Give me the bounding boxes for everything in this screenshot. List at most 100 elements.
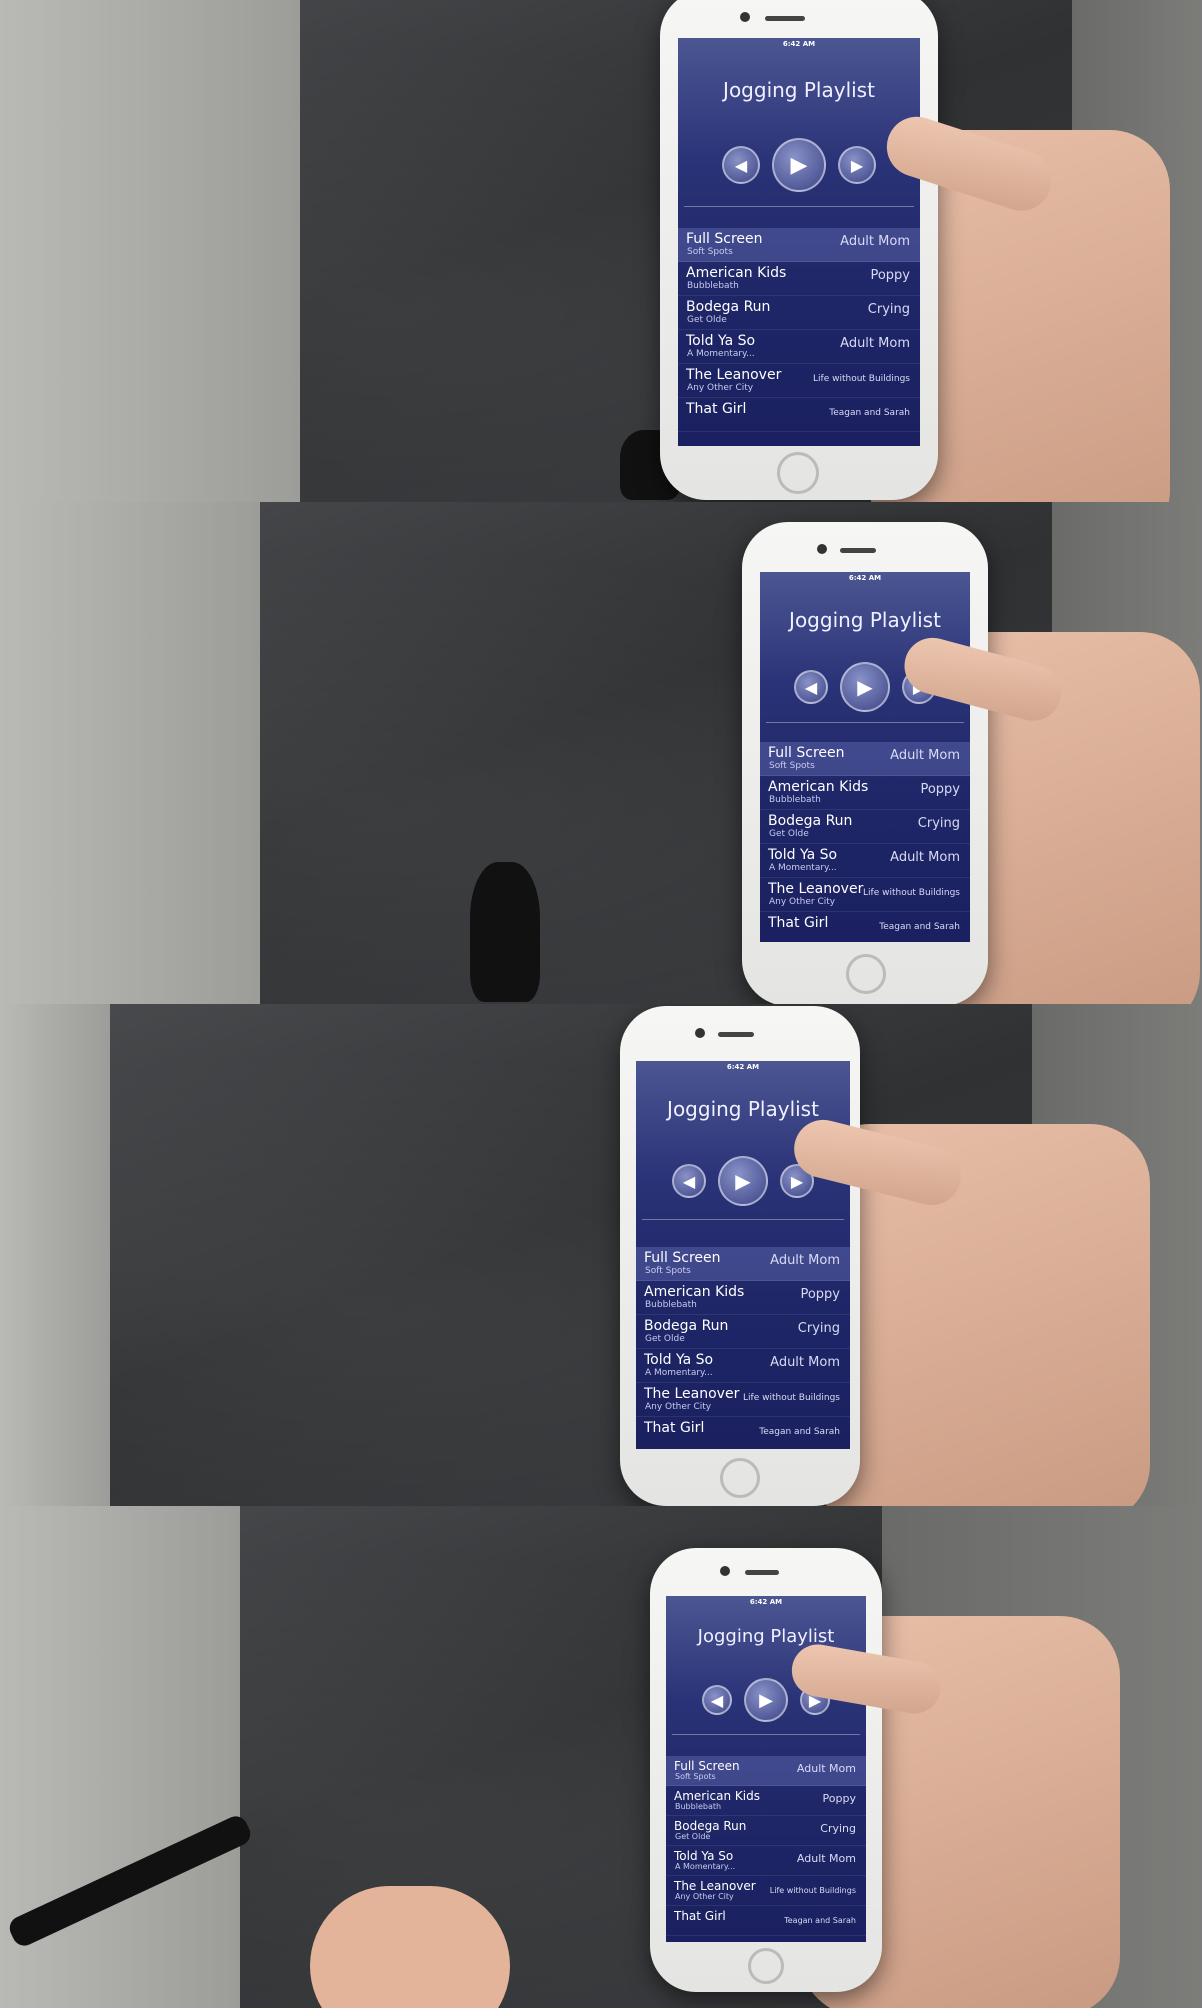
playlist-title: Jogging Playlist <box>789 608 941 632</box>
song-artist: Poppy <box>920 782 960 797</box>
play-button[interactable]: ▶ <box>772 138 826 192</box>
song-artist: Life without Buildings <box>813 374 910 384</box>
song-row[interactable]: Full Screen Soft Spots Adult Mom <box>636 1247 850 1281</box>
song-album: Any Other City <box>645 1402 712 1412</box>
next-button[interactable]: ▶ <box>838 146 876 184</box>
playlist-title: Jogging Playlist <box>723 78 875 102</box>
wall-left <box>0 502 260 1004</box>
home-button[interactable] <box>777 452 819 494</box>
play-button[interactable]: ▶ <box>744 1678 788 1722</box>
song-title: Told Ya So <box>674 1849 734 1863</box>
song-title: The Leanover <box>674 1879 756 1893</box>
song-title: American Kids <box>644 1284 745 1300</box>
next-icon: ▶ <box>850 155 864 175</box>
earpiece <box>718 1032 754 1037</box>
song-list: Full Screen Soft Spots Adult Mom American … <box>636 1247 850 1449</box>
song-row[interactable]: Told Ya So A Momentary... Adult Mom <box>666 1846 866 1876</box>
play-button[interactable]: ▶ <box>718 1156 768 1206</box>
song-row[interactable]: Bodega Run Get Olde Crying <box>666 1816 866 1846</box>
song-row[interactable]: Full Screen Soft Spots Adult Mom <box>666 1756 866 1786</box>
home-button[interactable] <box>748 1948 784 1984</box>
song-row[interactable]: Told Ya So A Momentary... Adult Mom <box>760 844 970 878</box>
earpiece <box>745 1570 779 1575</box>
song-title: Full Screen <box>644 1250 721 1266</box>
song-row[interactable]: American Kids Bubblebath Poppy <box>636 1281 850 1315</box>
song-row[interactable]: That Girl Teagan and Sarah <box>666 1906 866 1936</box>
song-album: Get Olde <box>675 1832 711 1841</box>
song-row[interactable]: That Girl Teagan and Sarah <box>636 1417 850 1449</box>
status-time: 6:42 AM <box>848 574 882 582</box>
song-artist: Life without Buildings <box>769 1886 856 1895</box>
song-title: Bodega Run <box>674 1819 747 1833</box>
song-album: Soft Spots <box>675 1772 716 1781</box>
song-row[interactable]: Bodega Run Get Olde Crying <box>636 1315 850 1349</box>
photo-frame-3: 6:42 AM Jogging Playlist ◀ ▶ ▶ Full Scre… <box>0 1004 1202 1506</box>
song-title: American Kids <box>674 1789 760 1803</box>
song-row[interactable]: The Leanover Any Other City Life without B… <box>760 878 970 912</box>
photo-frame-4: 6:42 AM Jogging Playlist ◀ ▶ ▶ Full Scre… <box>0 1506 1202 2008</box>
song-row[interactable]: The Leanover Any Other City Life without B… <box>666 1876 866 1906</box>
phone-screen: 6:42 AM Jogging Playlist ◀ ▶ ▶ Full Scre… <box>678 38 920 446</box>
photo-frame-2: 6:42 AM Jogging Playlist ◀ ▶ ▶ Full Scre… <box>0 502 1202 1004</box>
divider <box>672 1734 860 1735</box>
previous-button[interactable]: ◀ <box>702 1685 732 1715</box>
song-artist: Adult Mom <box>770 1253 840 1268</box>
song-artist: Poppy <box>822 1792 856 1805</box>
song-title: Bodega Run <box>686 299 771 315</box>
song-album: A Momentary... <box>769 863 837 873</box>
song-album: A Momentary... <box>687 349 755 359</box>
song-row[interactable]: That Girl Teagan and Sarah <box>678 398 920 432</box>
song-artist: Teagan and Sarah <box>759 1427 840 1437</box>
play-icon: ▶ <box>790 152 808 178</box>
song-artist: Crying <box>820 1822 856 1835</box>
home-button[interactable] <box>720 1458 760 1498</box>
song-title: The Leanover <box>768 881 864 897</box>
song-row[interactable]: Bodega Run Get Olde Crying <box>760 810 970 844</box>
song-row[interactable]: Told Ya So A Momentary... Adult Mom <box>678 330 920 364</box>
song-artist: Adult Mom <box>796 1852 856 1865</box>
front-camera <box>817 544 827 554</box>
song-title: Told Ya So <box>768 847 838 863</box>
previous-icon: ◀ <box>734 155 748 175</box>
play-button[interactable]: ▶ <box>840 662 890 712</box>
previous-icon: ◀ <box>804 677 818 697</box>
song-artist: Life without Buildings <box>863 888 960 898</box>
song-album: Get Olde <box>769 829 809 839</box>
song-artist: Crying <box>797 1321 840 1336</box>
song-album: A Momentary... <box>675 1862 736 1871</box>
front-camera <box>720 1566 730 1576</box>
song-album: Bubblebath <box>675 1802 722 1811</box>
previous-button[interactable]: ◀ <box>672 1164 706 1198</box>
playlist-title: Jogging Playlist <box>697 1626 835 1647</box>
divider <box>684 206 914 207</box>
song-row[interactable]: The Leanover Any Other City Life without B… <box>636 1383 850 1417</box>
song-album: Soft Spots <box>769 761 815 771</box>
song-artist: Teagan and Sarah <box>879 922 960 932</box>
song-row[interactable]: That Girl Teagan and Sarah <box>760 912 970 942</box>
playlist-title: Jogging Playlist <box>667 1097 819 1121</box>
song-row[interactable]: Full Screen Soft Spots Adult Mom <box>760 742 970 776</box>
song-album: Bubblebath <box>645 1300 697 1310</box>
song-artist: Life without Buildings <box>743 1393 840 1403</box>
song-album: Any Other City <box>687 383 754 393</box>
previous-button[interactable]: ◀ <box>794 670 828 704</box>
song-album: Get Olde <box>687 315 727 325</box>
song-album: Soft Spots <box>645 1266 691 1276</box>
song-artist: Adult Mom <box>840 336 910 351</box>
song-row[interactable]: American Kids Bubblebath Poppy <box>666 1786 866 1816</box>
phone: 6:42 AM Jogging Playlist ◀ ▶ ▶ Full Scre… <box>742 522 988 1004</box>
song-row[interactable]: American Kids Bubblebath Poppy <box>760 776 970 810</box>
song-row[interactable]: Bodega Run Get Olde Crying <box>678 296 920 330</box>
playback-controls: ◀ ▶ ▶ <box>678 138 920 192</box>
earpiece <box>840 548 876 553</box>
song-row[interactable]: The Leanover Any Other City Life without B… <box>678 364 920 398</box>
home-button[interactable] <box>846 954 886 994</box>
song-row[interactable]: Full Screen Soft Spots Adult Mom <box>678 228 920 262</box>
shoe <box>470 862 540 1002</box>
status-time: 6:42 AM <box>782 40 816 48</box>
phone: 6:42 AM Jogging Playlist ◀ ▶ ▶ Full Scre… <box>650 1548 882 1992</box>
song-row[interactable]: American Kids Bubblebath Poppy <box>678 262 920 296</box>
play-icon: ▶ <box>759 1689 773 1711</box>
song-row[interactable]: Told Ya So A Momentary... Adult Mom <box>636 1349 850 1383</box>
previous-button[interactable]: ◀ <box>722 146 760 184</box>
